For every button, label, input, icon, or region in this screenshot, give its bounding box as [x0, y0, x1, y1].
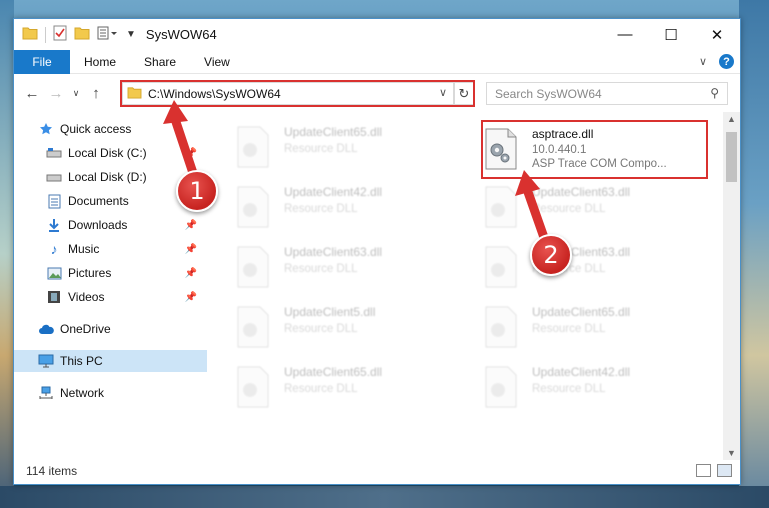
callout-badge-one: 1: [176, 170, 218, 212]
callout-badge-two: 2: [530, 234, 572, 276]
annotation-arrows: [163, 100, 552, 251]
arrow-two-head: [515, 170, 540, 196]
arrow-one-head: [163, 100, 188, 124]
